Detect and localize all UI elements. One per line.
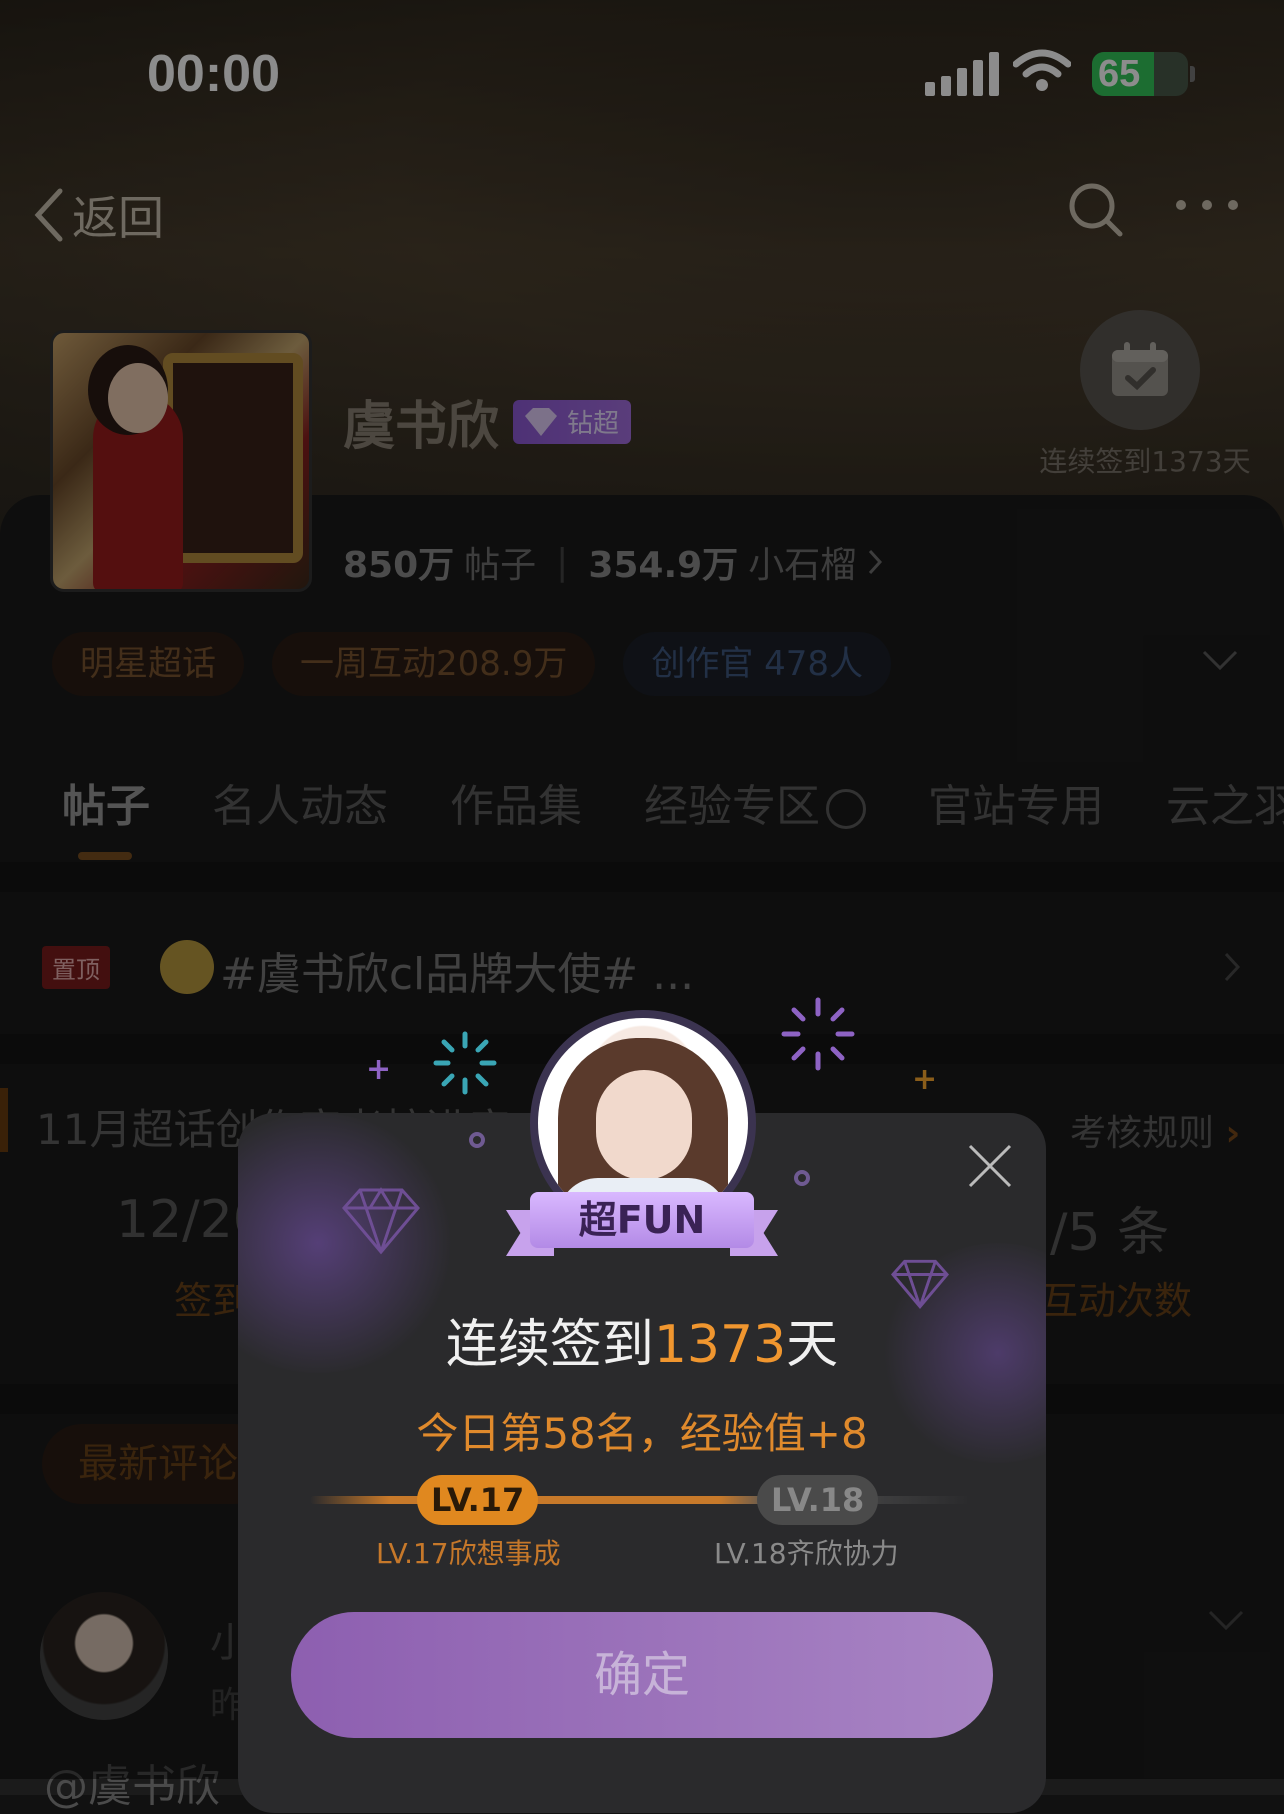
modal-subtitle: 今日第58名，经验值+8 [416, 1409, 868, 1458]
level-current-badge: LV.17 [417, 1475, 539, 1525]
modal-title: 连续签到1373天 [238, 1302, 1046, 1377]
decor-dot [469, 1132, 485, 1148]
ribbon-label: 超FUN [530, 1192, 754, 1248]
close-icon[interactable] [966, 1142, 1014, 1194]
level-next-badge: LV.18 [757, 1475, 879, 1525]
level-current-name: LV.17欣想事成 [376, 1537, 561, 1570]
modal-title-prefix: 连续签到 [445, 1315, 654, 1375]
sparkle-icon [781, 997, 855, 1071]
modal-title-suffix: 天 [786, 1315, 839, 1375]
diamond-icon [342, 1187, 420, 1255]
sparkle-plus-icon: + [912, 1062, 938, 1097]
level-next-name: LV.18齐欣协力 [714, 1537, 899, 1570]
sparkle-plus-icon: + [366, 1052, 392, 1087]
fan-level-ribbon: 超FUN [506, 1192, 778, 1256]
modal-title-days: 1373 [653, 1315, 787, 1375]
decor-dot [794, 1170, 810, 1186]
confirm-button[interactable]: 确定 [291, 1612, 993, 1738]
sparkle-icon [433, 1031, 497, 1095]
